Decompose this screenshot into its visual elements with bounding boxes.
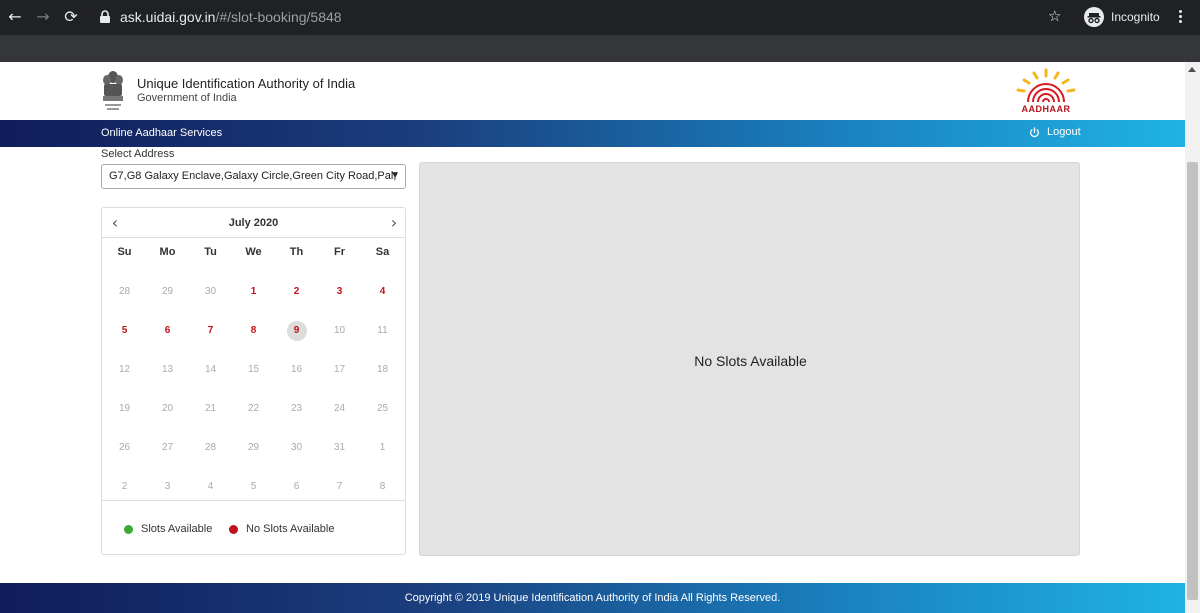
slots-message: No Slots Available [694, 353, 807, 369]
calendar-day[interactable]: 1 [232, 282, 275, 302]
org-subtitle: Government of India [137, 92, 237, 104]
nav-title[interactable]: Online Aadhaar Services [101, 127, 222, 139]
browser-menu-icon[interactable] [1172, 8, 1188, 26]
calendar-day: 2 [121, 481, 128, 492]
weekday-label: Mo [159, 246, 176, 258]
calendar-day[interactable]: 8 [232, 321, 275, 341]
incognito-profile[interactable]: Incognito [1084, 6, 1160, 28]
calendar-day: 1 [379, 442, 386, 453]
calendar-day: 31 [333, 442, 346, 453]
incognito-label: Incognito [1111, 10, 1160, 24]
logout-button[interactable]: Logout [1029, 126, 1081, 138]
calendar-day: 18 [376, 364, 389, 375]
calendar-header: ‹ July 2020 › [102, 208, 405, 238]
legend-available: Slots Available [124, 523, 212, 535]
calendar-divider [102, 500, 405, 501]
red-dot-icon [229, 524, 238, 534]
site-footer: Copyright © 2019 Unique Identification A… [0, 583, 1185, 613]
scroll-thumb[interactable] [1187, 162, 1198, 600]
calendar-month-label: July 2020 [228, 217, 279, 229]
back-icon[interactable]: ← [4, 6, 26, 28]
site-header: Unique Identification Authority of India… [0, 62, 1185, 120]
page: Unique Identification Authority of India… [0, 62, 1185, 613]
calendar-day: 22 [247, 403, 260, 414]
calendar-day: 26 [118, 442, 131, 453]
calendar-day: 29 [247, 442, 260, 453]
calendar-day: 16 [290, 364, 303, 375]
legend-not-available: No Slots Available [229, 523, 334, 535]
lock-icon [100, 10, 110, 23]
weekday-label: Su [117, 246, 132, 258]
bookmarks-bar [0, 35, 1200, 62]
calendar-day: 25 [376, 403, 389, 414]
legend-not-available-label: No Slots Available [246, 523, 335, 535]
calendar-day: 14 [204, 364, 217, 375]
calendar-day: 4 [207, 481, 214, 492]
calendar-day: 19 [118, 403, 131, 414]
calendar-day: 7 [336, 481, 343, 492]
org-name: Unique Identification Authority of India [137, 76, 356, 91]
calendar-day: 8 [379, 481, 386, 492]
services-navbar: Online Aadhaar Services Logout [0, 120, 1185, 147]
incognito-icon [1084, 7, 1104, 27]
address-label: Select Address [101, 148, 175, 160]
weekday-label: Fr [334, 246, 345, 258]
calendar-day: 20 [161, 403, 174, 414]
calendar-day: 28 [204, 442, 217, 453]
aadhaar-logo-text: AADHAAR [1021, 104, 1071, 114]
calendar-day[interactable]: 3 [318, 282, 361, 302]
calendar: ‹ July 2020 › Su Mo Tu We Th Fr Sa 28 29 30 1 2 3 4 5… [101, 207, 406, 555]
address-bar[interactable]: ask.uidai.gov.in/#/slot-booking/5848 ☆ [90, 4, 1075, 31]
calendar-day[interactable]: 6 [146, 321, 189, 341]
calendar-day: 28 [118, 286, 131, 297]
scroll-up-icon[interactable] [1188, 67, 1196, 72]
weekday-label: Sa [375, 246, 390, 258]
calendar-day: 5 [250, 481, 257, 492]
emblem-icon [103, 71, 123, 110]
bookmark-star-icon[interactable]: ☆ [1048, 7, 1061, 25]
calendar-day: 15 [247, 364, 260, 375]
chevron-down-icon: ▼ [390, 170, 400, 181]
calendar-day[interactable]: 4 [361, 282, 404, 302]
reload-icon[interactable]: ⟳ [60, 6, 82, 28]
browser-toolbar: ← → ⟳ ask.uidai.gov.in/#/slot-booking/58… [0, 0, 1200, 35]
selected-day[interactable]: 9 [286, 321, 307, 341]
forward-icon[interactable]: → [32, 6, 54, 28]
green-dot-icon [124, 524, 133, 534]
calendar-day: 10 [333, 325, 346, 336]
address-selected-value: G7,G8 Galaxy Enclave,Galaxy Circle,Green… [109, 170, 397, 182]
url-text: ask.uidai.gov.in/#/slot-booking/5848 [120, 9, 342, 25]
calendar-day: 17 [333, 364, 346, 375]
next-month-icon[interactable]: › [386, 213, 402, 233]
logout-label: Logout [1047, 126, 1081, 138]
address-select[interactable]: G7,G8 Galaxy Enclave,Galaxy Circle,Green… [101, 164, 406, 189]
calendar-day: 3 [164, 481, 171, 492]
calendar-day: 27 [161, 442, 174, 453]
calendar-day: 24 [333, 403, 346, 414]
legend-available-label: Slots Available [141, 523, 213, 535]
weekday-label: We [245, 246, 262, 258]
calendar-day: 6 [293, 481, 300, 492]
calendar-day[interactable]: 9 [275, 321, 318, 341]
aadhaar-logo: AADHAAR [1012, 68, 1080, 116]
calendar-day: 12 [118, 364, 131, 375]
slots-panel: No Slots Available [419, 162, 1080, 556]
page-scrollbar[interactable] [1185, 62, 1200, 613]
calendar-day[interactable]: 7 [189, 321, 232, 341]
power-icon [1030, 126, 1039, 137]
calendar-day[interactable]: 5 [103, 321, 146, 341]
calendar-day: 23 [290, 403, 303, 414]
calendar-day: 21 [204, 403, 217, 414]
calendar-day[interactable]: 2 [275, 282, 318, 302]
calendar-day: 13 [161, 364, 174, 375]
footer-copyright: Copyright © 2019 Unique Identification A… [404, 592, 781, 604]
weekday-label: Th [289, 246, 304, 258]
calendar-day: 29 [161, 286, 174, 297]
calendar-day: 11 [377, 325, 388, 336]
weekday-label: Tu [204, 246, 217, 258]
calendar-day: 30 [204, 286, 217, 297]
calendar-day: 30 [290, 442, 303, 453]
aadhaar-sun-icon [1016, 68, 1076, 103]
